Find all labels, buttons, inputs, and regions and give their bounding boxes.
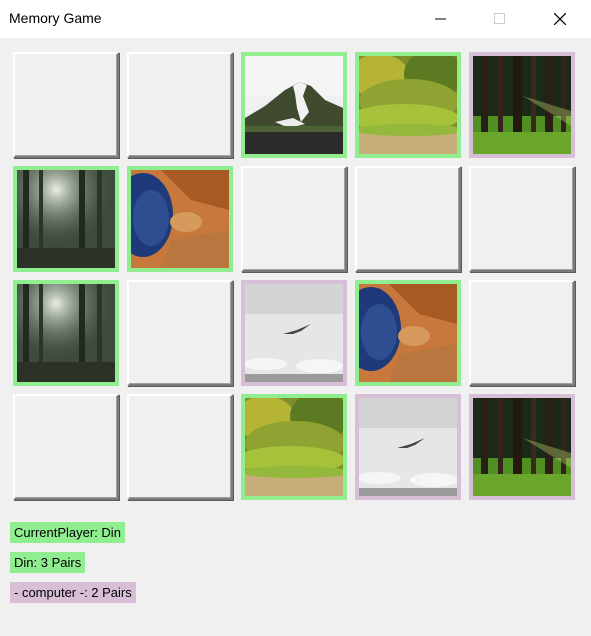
player-score-label: Din: 3 Pairs: [10, 552, 86, 573]
card-hidden[interactable]: [127, 52, 233, 158]
close-button[interactable]: [531, 0, 589, 38]
misty-forest-image: [17, 170, 115, 268]
aerial-landscape-image: [359, 284, 457, 382]
misty-forest-image: [17, 284, 115, 382]
card-hidden[interactable]: [127, 394, 233, 500]
meadow-hill-image: [359, 56, 457, 154]
mountain-image: [245, 56, 343, 154]
aerial-landscape-image: [131, 170, 229, 268]
current-player-label: CurrentPlayer: Din: [10, 522, 125, 543]
card-revealed[interactable]: [241, 280, 347, 386]
card-revealed[interactable]: [13, 280, 119, 386]
window-title: Memory Game: [9, 10, 102, 26]
card-revealed[interactable]: [469, 52, 575, 158]
card-hidden[interactable]: [13, 394, 119, 500]
card-revealed[interactable]: [355, 52, 461, 158]
bird-in-sky-image: [245, 284, 343, 382]
card-revealed[interactable]: [127, 166, 233, 272]
sunlit-forest-image: [473, 56, 571, 154]
card-revealed[interactable]: [241, 52, 347, 158]
card-hidden[interactable]: [355, 166, 461, 272]
sunlit-forest-image: [473, 398, 571, 496]
meadow-hill-image: [245, 398, 343, 496]
minimize-button[interactable]: [412, 0, 470, 38]
card-hidden[interactable]: [469, 280, 575, 386]
card-revealed[interactable]: [355, 394, 461, 500]
maximize-icon: [494, 13, 505, 24]
card-hidden[interactable]: [469, 166, 575, 272]
card-revealed[interactable]: [355, 280, 461, 386]
close-icon: [554, 13, 566, 25]
maximize-button[interactable]: [471, 0, 529, 38]
card-revealed[interactable]: [13, 166, 119, 272]
card-revealed[interactable]: [241, 394, 347, 500]
card-hidden[interactable]: [241, 166, 347, 272]
computer-score-label: - computer -: 2 Pairs: [10, 582, 136, 603]
title-bar: Memory Game: [0, 0, 591, 38]
bird-in-sky-image: [359, 398, 457, 496]
card-hidden[interactable]: [127, 280, 233, 386]
card-hidden[interactable]: [13, 52, 119, 158]
minimize-icon: [435, 18, 446, 20]
card-revealed[interactable]: [469, 394, 575, 500]
